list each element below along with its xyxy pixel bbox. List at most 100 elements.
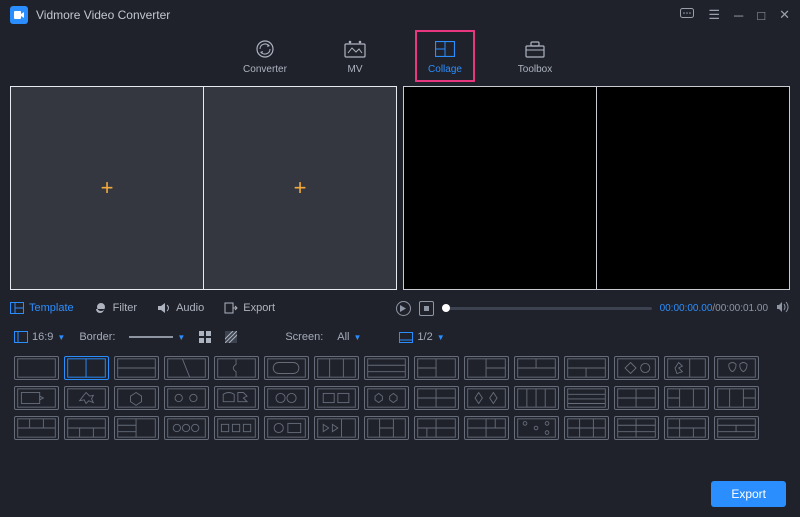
preview-pane-right (597, 87, 789, 289)
ratio-selector[interactable]: 16:9 ▼ (14, 331, 65, 343)
border-label: Border: (79, 331, 115, 343)
template-item[interactable] (264, 386, 309, 410)
template-item[interactable] (564, 356, 609, 380)
timecode: 00:00:00.00/00:00:01.00 (660, 303, 768, 314)
template-item[interactable] (514, 386, 559, 410)
chevron-down-icon: ▼ (57, 333, 65, 342)
template-item[interactable] (614, 356, 659, 380)
template-item[interactable] (664, 386, 709, 410)
template-item[interactable] (64, 386, 109, 410)
template-item[interactable] (214, 416, 259, 440)
template-item[interactable] (314, 356, 359, 380)
template-controls: 16:9 ▼ Border: ▼ Screen: All ▼ 1/2 ▼ (0, 322, 800, 352)
nav-mv[interactable]: MV (325, 30, 385, 82)
template-item[interactable] (714, 416, 759, 440)
template-item[interactable] (14, 386, 59, 410)
screen-selector[interactable]: All ▼ (337, 331, 361, 343)
minimize-icon[interactable]: ─ (734, 8, 743, 23)
close-icon[interactable]: ✕ (779, 7, 790, 23)
editor-pane-left[interactable]: + (11, 87, 204, 289)
template-item[interactable] (714, 356, 759, 380)
template-item[interactable] (564, 416, 609, 440)
template-item[interactable] (264, 356, 309, 380)
filter-icon (94, 302, 108, 314)
template-item[interactable] (664, 356, 709, 380)
preview-panel (403, 86, 790, 290)
stop-button[interactable] (419, 301, 434, 316)
template-item[interactable] (164, 416, 209, 440)
volume-icon[interactable] (776, 301, 790, 316)
screen-label: Screen: (285, 331, 323, 343)
template-item[interactable] (214, 356, 259, 380)
border-style-selector[interactable]: ▼ (129, 333, 185, 342)
audio-icon (157, 302, 171, 314)
collage-icon (435, 38, 455, 60)
collage-editor: + + (10, 86, 397, 290)
template-item[interactable] (314, 416, 359, 440)
app-title: Vidmore Video Converter (36, 8, 680, 22)
template-item[interactable] (64, 356, 109, 380)
editor-pane-right[interactable]: + (204, 87, 396, 289)
toolbox-icon (525, 38, 545, 60)
tab-row: Template Filter Audio Export 00:00:00.00… (0, 294, 800, 322)
template-item[interactable] (14, 356, 59, 380)
template-item[interactable] (264, 416, 309, 440)
menu-icon[interactable]: ☰ (708, 7, 720, 23)
border-color-picker[interactable] (199, 331, 211, 343)
template-grid (0, 352, 800, 444)
seek-handle[interactable] (442, 304, 450, 312)
nav-converter[interactable]: Converter (235, 30, 295, 82)
template-item[interactable] (414, 356, 459, 380)
template-item[interactable] (364, 386, 409, 410)
export-button[interactable]: Export (711, 481, 786, 507)
tab-export[interactable]: Export (224, 302, 275, 314)
template-icon (10, 302, 24, 314)
template-item[interactable] (114, 416, 159, 440)
preview-pane-left (404, 87, 597, 289)
converter-icon (255, 38, 275, 60)
template-item[interactable] (514, 416, 559, 440)
template-item[interactable] (114, 386, 159, 410)
template-item[interactable] (664, 416, 709, 440)
template-item[interactable] (464, 416, 509, 440)
template-item[interactable] (164, 386, 209, 410)
chevron-down-icon: ▼ (177, 333, 185, 342)
template-item[interactable] (214, 386, 259, 410)
template-item[interactable] (464, 386, 509, 410)
player-controls: 00:00:00.00/00:00:01.00 (396, 301, 790, 316)
title-bar: Vidmore Video Converter ☰ ─ □ ✕ (0, 0, 800, 30)
template-item[interactable] (564, 386, 609, 410)
chevron-down-icon: ▼ (437, 333, 445, 342)
nav-toolbox[interactable]: Toolbox (505, 30, 565, 82)
template-item[interactable] (414, 386, 459, 410)
tab-template[interactable]: Template (10, 302, 74, 314)
maximize-icon[interactable]: □ (757, 8, 765, 23)
tab-audio[interactable]: Audio (157, 302, 204, 314)
template-item[interactable] (514, 356, 559, 380)
template-item[interactable] (364, 416, 409, 440)
split-selector[interactable]: 1/2 ▼ (399, 331, 444, 343)
seek-track[interactable] (442, 307, 652, 310)
template-item[interactable] (64, 416, 109, 440)
play-button[interactable] (396, 301, 411, 316)
mv-icon (344, 38, 366, 60)
template-item[interactable] (614, 386, 659, 410)
tab-filter[interactable]: Filter (94, 302, 137, 314)
template-item[interactable] (414, 416, 459, 440)
nav-collage[interactable]: Collage (415, 30, 475, 82)
template-item[interactable] (114, 356, 159, 380)
add-icon: + (294, 175, 307, 201)
border-pattern-picker[interactable] (225, 331, 237, 343)
template-item[interactable] (164, 356, 209, 380)
template-item[interactable] (364, 356, 409, 380)
export-icon (224, 302, 238, 314)
template-item[interactable] (614, 416, 659, 440)
app-logo-icon (10, 6, 28, 24)
template-item[interactable] (314, 386, 359, 410)
template-item[interactable] (14, 416, 59, 440)
main-nav: Converter MV Collage Toolbox (0, 30, 800, 82)
template-item[interactable] (464, 356, 509, 380)
workspace: + + (0, 82, 800, 294)
feedback-icon[interactable] (680, 8, 694, 23)
template-item[interactable] (714, 386, 759, 410)
